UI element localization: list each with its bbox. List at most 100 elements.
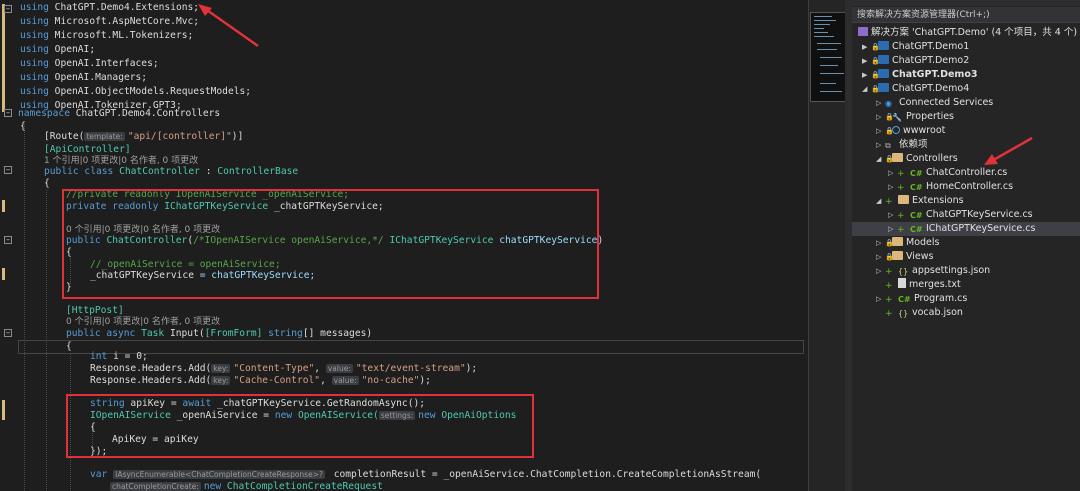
tree-chatcontroller[interactable]: ▷ + C# ChatController.cs [888,166,1007,180]
kw: using [20,2,49,13]
node-label: 依赖项 [899,139,928,150]
tree-appsettings[interactable]: ▷ + {} appsettings.json [876,264,990,278]
solution-icon [858,27,868,36]
expand-icon[interactable]: ▷ [876,124,885,138]
tree-controllers[interactable]: ◢ 🔒 Controllers [876,152,958,166]
inlay-hint: chatCompletionCreate: [110,482,201,491]
kw: namespace [18,108,70,119]
tree-vocab[interactable]: + {} vocab.json [885,306,963,320]
string: "Cache-Control" [233,375,321,386]
inlay-hint: IAsyncEnumerable<ChatCompletionCreateRes… [113,470,325,479]
inlay-hint: template: [84,132,125,141]
kw: using [20,58,49,69]
plus-icon: + [885,281,893,291]
namespace-name: ChatGPT.Demo4.Controllers [75,108,221,119]
tree-dependencies[interactable]: ▷ ⧉ 依赖项 [876,138,928,152]
lock-icon: 🔒 [871,85,880,93]
collapse-namespace-toggle[interactable]: − [4,109,12,117]
call: Response.Headers.Add( [90,363,212,374]
tree-views[interactable]: ▷ 🔒 Views [876,250,934,264]
expand-icon[interactable]: ▷ [876,236,885,250]
tree-models[interactable]: ▷ 🔒 Models [876,236,939,250]
expand-icon[interactable]: ▷ [876,292,885,306]
change-marker [2,400,5,420]
collapse-ctor-toggle[interactable]: − [4,236,12,244]
tree-ichatgptkeyservice[interactable]: ▷ + C# IChatGPTKeyService.cs [852,222,1080,236]
comma: , [320,375,332,386]
dependencies-icon: ⧉ [885,141,891,150]
expand-icon[interactable]: ▷ [876,96,885,110]
expand-icon[interactable]: ▷ [876,110,885,124]
tree-wwwroot[interactable]: ▷ 🔒 wwwroot [876,124,945,138]
solution-search-input[interactable]: 搜索解决方案资源管理器(Ctrl+;) [852,7,1080,23]
tree-program[interactable]: ▷ + C# Program.cs [876,292,967,306]
node-label: wwwroot [903,125,946,136]
project-node-demo4[interactable]: ◢ 🔒 ChatGPT.Demo4 [862,82,969,96]
kw: var [90,469,108,480]
change-marker [2,268,5,280]
code-line: { [66,341,72,352]
kw: new [203,481,222,491]
stmt: i = 0; [107,351,148,362]
collapse-icon[interactable]: ◢ [876,194,885,208]
route-close: )] [231,131,244,142]
tree-connected-services[interactable]: ▷ ◉ Connected Services [876,96,993,110]
collapse-icon[interactable]: ◢ [862,82,871,96]
code-line: { [20,121,26,132]
kw: using [20,86,49,97]
csharp-icon: C# [898,295,911,304]
tree-homecontroller[interactable]: ▷ + C# HomeController.cs [888,180,1013,194]
lock-icon: 🔒 [885,155,894,163]
annotation-arrow [984,136,1033,165]
indent-guide [24,124,25,491]
node-label: 解决方案 'ChatGPT.Demo' (4 个项目，共 4 个) [871,27,1078,38]
node-label: HomeController.cs [926,181,1014,192]
node-label: ChatGPT.Demo3 [892,69,978,80]
expand-icon[interactable]: ▷ [888,208,897,222]
expand-icon[interactable]: ▷ [888,180,897,194]
expand-icon[interactable]: ▷ [876,138,885,152]
string: "Content-Type" [233,363,315,374]
call: Response.Headers.Add( [90,375,212,386]
tree-extensions[interactable]: ◢ + Extensions [876,194,964,208]
colon: : [199,166,218,177]
tree-chatgptkeyservice[interactable]: ▷ + C# ChatGPTKeyService.cs [888,208,1033,222]
tree-properties[interactable]: ▷ 🔒🔧 Properties [876,110,954,124]
collapse-usings-toggle[interactable]: − [4,5,12,13]
expand-icon[interactable]: ▷ [888,222,897,236]
project-node-demo3[interactable]: ▶ 🔒 ChatGPT.Demo3 [862,68,977,82]
node-label: Controllers [906,153,958,164]
string: "no-cache" [361,375,420,386]
annotation-box [62,189,599,299]
expand-icon[interactable]: ▷ [876,250,885,264]
minimap[interactable] [810,12,846,102]
code-editor[interactable]: − − − − − using ChatGPT.Demo4.Extensions… [0,0,808,491]
code-line: { [44,178,50,189]
code-line: namespace ChatGPT.Demo4.Controllers [18,107,220,121]
project-node-demo1[interactable]: ▶ 🔒 ChatGPT.Demo1 [862,40,969,54]
collapse-icon[interactable]: ◢ [876,152,885,166]
kw: using [20,72,49,83]
tree-merges[interactable]: + merges.txt [885,278,961,292]
collapse-class-toggle[interactable]: − [4,166,12,174]
node-label: Connected Services [899,97,994,108]
project-node-demo2[interactable]: ▶ 🔒 ChatGPT.Demo2 [862,54,969,68]
expand-icon[interactable]: ▶ [862,40,871,54]
node-label: Views [906,251,934,262]
solution-node[interactable]: 解决方案 'ChatGPT.Demo' (4 个项目，共 4 个) [858,26,1077,40]
panel-splitter[interactable] [845,0,852,491]
annotation-arrow [198,4,259,48]
expand-icon[interactable]: ▷ [876,264,885,278]
kw: public async [66,328,136,339]
kw: int [90,351,108,362]
node-label: appsettings.json [912,265,991,276]
params: [] messages) [302,328,373,339]
expand-icon[interactable]: ▶ [862,54,871,68]
wrench-icon: 🔧 [892,113,902,122]
code-line: [Route(template: "api/[controller]")] [44,130,243,144]
kw: using [20,44,49,55]
class-name: ChatController [119,166,200,177]
expand-icon[interactable]: ▷ [888,166,897,180]
expand-icon[interactable]: ▶ [862,68,871,82]
collapse-method-toggle[interactable]: − [4,329,12,337]
